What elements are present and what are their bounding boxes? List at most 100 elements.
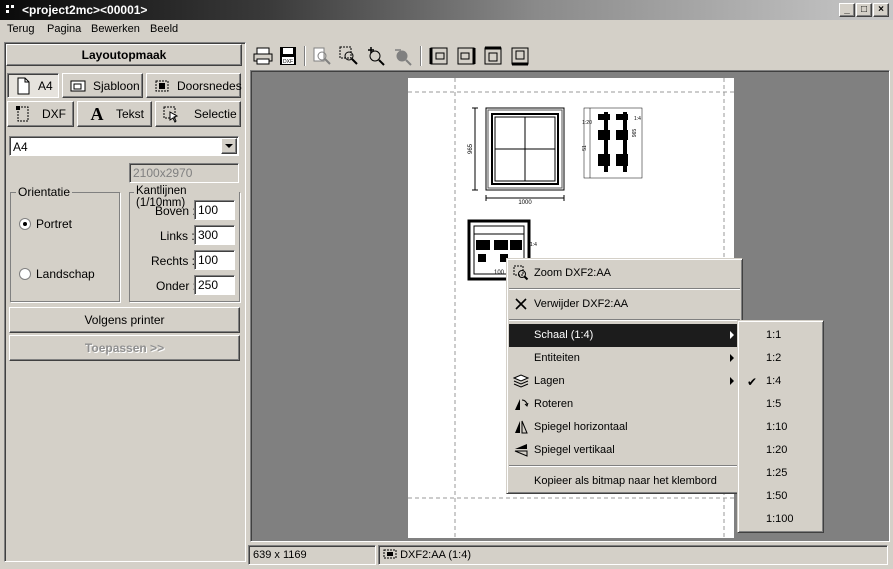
align-left-icon[interactable] (428, 45, 450, 67)
margin-bottom-field[interactable]: 250 (194, 275, 235, 295)
menu-copy-bitmap[interactable]: Kopieer als bitmap naar het klembord (509, 470, 740, 493)
minimize-button[interactable]: _ (839, 3, 855, 17)
menu-zoom-dxf[interactable]: Zoom DXF2:AA (509, 262, 740, 285)
print-icon[interactable] (252, 45, 274, 67)
menu-beeld[interactable]: Beeld (150, 23, 178, 35)
scale-label-2: 1:4 (530, 242, 537, 248)
zoom-out-icon[interactable] (392, 45, 414, 67)
scale-option-1-25[interactable]: 1:25 (740, 462, 821, 485)
menu-scale[interactable]: Schaal (1:4) (509, 324, 740, 347)
orientation-group: Orientatie (10, 185, 120, 302)
submenu-arrow-icon (730, 377, 734, 385)
scale-option-label: 1:1 (766, 329, 782, 341)
printer-button-label: Volgens printer (84, 313, 165, 327)
paper-select[interactable]: A4 (9, 136, 239, 156)
scale-option-1-4[interactable]: ✔ 1:4 (740, 370, 821, 393)
tekst-button[interactable]: A Tekst (77, 101, 152, 127)
dim-width: 1000 (518, 200, 532, 206)
menu-zoom-label: Zoom DXF2:AA (534, 267, 612, 279)
zoom-window-icon[interactable] (338, 45, 360, 67)
scale-submenu: 1:1 1:2 ✔ 1:4 1:5 1:10 1:20 1:25 1:50 1:… (737, 320, 824, 533)
menu-delete-label: Verwijder DXF2:AA (534, 298, 629, 310)
align-top-icon[interactable] (482, 45, 504, 67)
menu-terug[interactable]: Terug (7, 23, 35, 35)
scale-option-label: 1:4 (766, 375, 782, 387)
menu-mirror-vertical[interactable]: Spiegel vertikaal (509, 439, 740, 462)
dim-height-2: 965 (632, 129, 638, 138)
menu-bewerken[interactable]: Bewerken (91, 23, 140, 35)
layers-icon (513, 374, 529, 388)
delete-icon (515, 298, 527, 310)
scale-option-1-10[interactable]: 1:10 (740, 416, 821, 439)
margin-top-field[interactable]: 100 (194, 200, 235, 220)
toolbar: DXF (250, 42, 890, 70)
printer-button[interactable]: Volgens printer (9, 307, 240, 333)
scale-option-label: 1:5 (766, 398, 782, 410)
scale-option-1-5[interactable]: 1:5 (740, 393, 821, 416)
template-icon (70, 80, 86, 92)
menu-entities[interactable]: Entiteiten (509, 347, 740, 370)
landscape-label[interactable]: Landschap (36, 267, 95, 281)
margin-left-label: Links : (160, 229, 195, 243)
menu-layers[interactable]: Lagen (509, 370, 740, 393)
paper-size-field: 2100x2970 (129, 163, 239, 183)
window-title: <project2mc><00001> (22, 3, 148, 17)
margin-left-field[interactable]: 300 (194, 225, 235, 245)
dim-side-2: 51 (582, 145, 588, 151)
label-small: 100 (494, 270, 505, 276)
context-menu: Zoom DXF2:AA Verwijder DXF2:AA Schaal (1… (506, 258, 743, 494)
doorsnedes-button[interactable]: Doorsnedes (146, 73, 242, 98)
margin-right-label: Rechts : (151, 254, 196, 268)
portrait-label[interactable]: Portret (36, 217, 72, 231)
sjabloon-button[interactable]: Sjabloon (62, 73, 143, 98)
menu-delete-dxf[interactable]: Verwijder DXF2:AA (509, 293, 740, 316)
menu-bar: Terug Pagina Bewerken Beeld (0, 20, 893, 40)
selectie-label: Selectie (194, 107, 237, 121)
menu-separator (509, 319, 740, 321)
svg-text:DXF: DXF (283, 59, 293, 65)
maximize-button[interactable]: □ (856, 3, 872, 17)
menu-rotate[interactable]: Roteren (509, 393, 740, 416)
menu-mirror-h-label: Spiegel horizontaal (534, 421, 628, 433)
status-object-label: DXF2:AA (1:4) (400, 549, 471, 561)
menu-pagina[interactable]: Pagina (47, 23, 81, 35)
margin-right-field[interactable]: 100 (194, 250, 235, 270)
scale-option-1-100[interactable]: 1:100 (740, 508, 821, 531)
align-bottom-icon[interactable] (509, 45, 531, 67)
scale-option-label: 1:10 (766, 421, 788, 433)
menu-separator (509, 288, 740, 290)
status-bar: 639 x 1169 DXF2:AA (1:4) (248, 545, 891, 565)
margin-bottom-label: Onder : (156, 279, 197, 293)
close-button[interactable]: × (873, 3, 889, 17)
portrait-radio[interactable] (19, 218, 31, 230)
menu-scale-label: Schaal (1:4) (534, 329, 594, 341)
page-icon (17, 77, 30, 95)
status-object: DXF2:AA (1:4) (378, 545, 888, 565)
a4-label: A4 (38, 78, 53, 93)
dxf-button[interactable]: DXF (7, 101, 74, 127)
scale-option-1-50[interactable]: 1:50 (740, 485, 821, 508)
scale-option-1-2[interactable]: 1:2 (740, 347, 821, 370)
dxf-object-icon (383, 549, 397, 559)
align-right-icon[interactable] (455, 45, 477, 67)
dim-side: 1:20 (582, 120, 592, 126)
apply-button[interactable]: Toepassen >> (9, 335, 240, 361)
status-dimensions: 639 x 1169 (248, 545, 376, 565)
save-dxf-icon[interactable]: DXF (277, 45, 299, 67)
mirror-vertical-icon (514, 444, 528, 457)
dim-height: 965 (468, 143, 474, 154)
chevron-down-icon[interactable] (221, 138, 237, 154)
zoom-page-icon[interactable] (311, 45, 333, 67)
section-icon (155, 80, 169, 92)
scale-label-1: 1:4 (634, 116, 641, 122)
tekst-label: Tekst (116, 107, 145, 121)
apply-button-label: Toepassen >> (84, 341, 165, 355)
a4-button[interactable]: A4 (7, 73, 59, 98)
scale-option-1-1[interactable]: 1:1 (740, 324, 821, 347)
selectie-button[interactable]: Selectie (155, 101, 241, 127)
zoom-in-icon[interactable] (365, 45, 387, 67)
landscape-radio[interactable] (19, 268, 31, 280)
menu-mirror-horizontal[interactable]: Spiegel horizontaal (509, 416, 740, 439)
scale-option-1-20[interactable]: 1:20 (740, 439, 821, 462)
app-icon[interactable] (5, 3, 17, 15)
